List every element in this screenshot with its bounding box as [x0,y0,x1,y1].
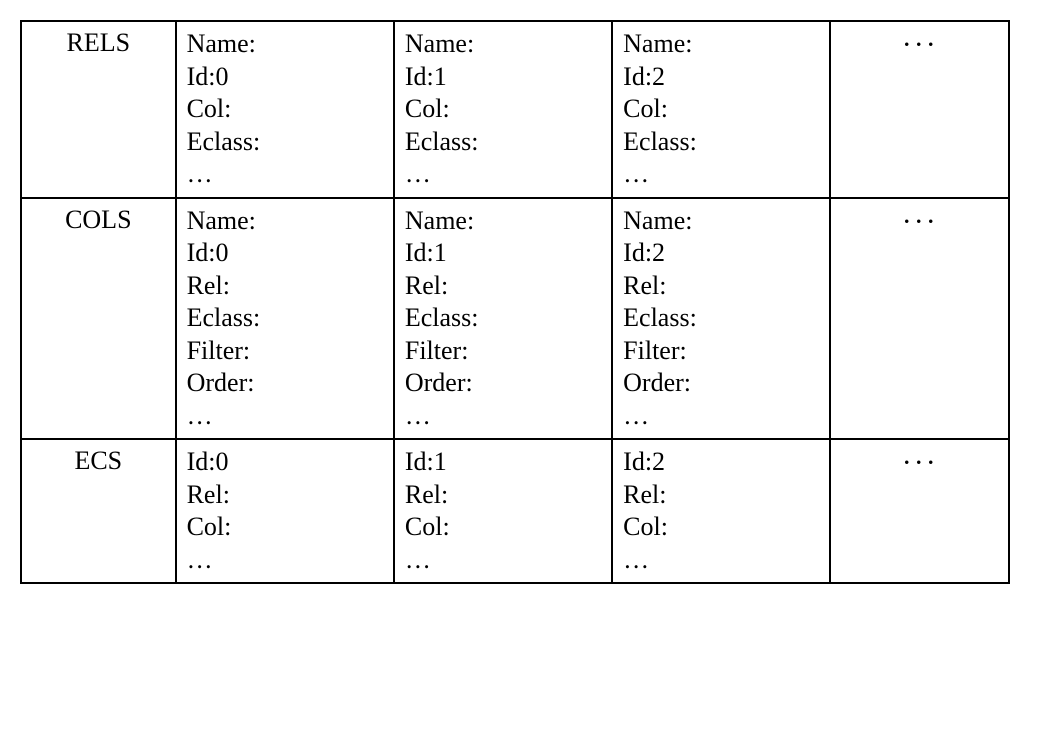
prop-line: Id:0 [187,61,383,94]
prop-line: Id:0 [187,446,383,479]
prop-line: Id:1 [405,237,601,270]
prop-line: Id:2 [623,446,819,479]
prop-line: Order: [187,367,383,400]
prop-line: Eclass: [623,302,819,335]
row-label-ecs: ECS [21,439,176,583]
prop-line: Col: [405,93,601,126]
prop-line: Rel: [405,479,601,512]
prop-line: Name: [623,28,819,61]
prop-line: … [187,544,383,577]
prop-line: Rel: [623,270,819,303]
prop-line: Name: [623,205,819,238]
prop-line: Rel: [623,479,819,512]
schema-tbody: RELS Name: Id:0 Col: Eclass: … Name: Id:… [21,21,1009,583]
cell-rels-1: Name: Id:1 Col: Eclass: … [394,21,612,198]
prop-line: Eclass: [623,126,819,159]
prop-line: Col: [187,93,383,126]
table-row: COLS Name: Id:0 Rel: Eclass: Filter: Ord… [21,198,1009,440]
prop-line: Eclass: [187,302,383,335]
prop-line: Id:1 [405,61,601,94]
cell-ecs-2: Id:2 Rel: Col: … [612,439,830,583]
prop-line: … [405,158,601,191]
prop-line: Col: [187,511,383,544]
cell-cols-2: Name: Id:2 Rel: Eclass: Filter: Order: … [612,198,830,440]
prop-line: Eclass: [405,126,601,159]
prop-line: Rel: [187,479,383,512]
table-row: RELS Name: Id:0 Col: Eclass: … Name: Id:… [21,21,1009,198]
prop-line: Rel: [405,270,601,303]
prop-line: … [405,400,601,433]
prop-line: … [623,400,819,433]
row-label-rels: RELS [21,21,176,198]
prop-line: Name: [405,28,601,61]
ellipsis-icon: ··· [830,198,1009,440]
prop-line: … [623,544,819,577]
prop-line: Filter: [187,335,383,368]
prop-line: … [623,158,819,191]
prop-line: Name: [405,205,601,238]
row-label-cols: COLS [21,198,176,440]
cell-cols-1: Name: Id:1 Rel: Eclass: Filter: Order: … [394,198,612,440]
table-row: ECS Id:0 Rel: Col: … Id:1 Rel: Col: … Id… [21,439,1009,583]
prop-line: Order: [623,367,819,400]
prop-line: Rel: [187,270,383,303]
prop-line: Id:0 [187,237,383,270]
prop-line: Filter: [405,335,601,368]
prop-line: Col: [623,511,819,544]
prop-line: Filter: [623,335,819,368]
prop-line: Eclass: [187,126,383,159]
ellipsis-icon: ··· [830,439,1009,583]
prop-line: Eclass: [405,302,601,335]
ellipsis-icon: ··· [830,21,1009,198]
prop-line: Id:1 [405,446,601,479]
cell-rels-0: Name: Id:0 Col: Eclass: … [176,21,394,198]
prop-line: Id:2 [623,237,819,270]
prop-line: … [187,158,383,191]
prop-line: … [405,544,601,577]
prop-line: Name: [187,205,383,238]
schema-table: RELS Name: Id:0 Col: Eclass: … Name: Id:… [20,20,1010,584]
cell-ecs-0: Id:0 Rel: Col: … [176,439,394,583]
prop-line: Col: [405,511,601,544]
cell-ecs-1: Id:1 Rel: Col: … [394,439,612,583]
prop-line: Name: [187,28,383,61]
prop-line: … [187,400,383,433]
prop-line: Order: [405,367,601,400]
cell-rels-2: Name: Id:2 Col: Eclass: … [612,21,830,198]
cell-cols-0: Name: Id:0 Rel: Eclass: Filter: Order: … [176,198,394,440]
prop-line: Col: [623,93,819,126]
prop-line: Id:2 [623,61,819,94]
